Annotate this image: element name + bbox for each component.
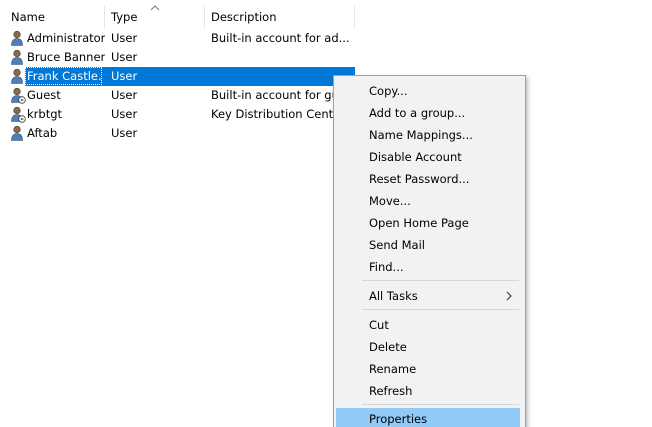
menu-item-disable-account[interactable]: Disable Account [336, 146, 520, 168]
chevron-right-icon [506, 291, 512, 301]
column-header-row: Name Type Description [0, 5, 355, 28]
menu-item-copy[interactable]: Copy... [336, 80, 520, 102]
table-row[interactable]: krbtgt User Key Distribution Center [0, 105, 355, 124]
row-description [211, 124, 352, 143]
table-row[interactable]: Administrator User Built-in account for … [0, 29, 355, 48]
menu-item-open-home-page[interactable]: Open Home Page [336, 212, 520, 234]
menu-item-refresh[interactable]: Refresh [336, 380, 520, 402]
menu-item-all-tasks[interactable]: All Tasks [336, 285, 520, 307]
table-row[interactable]: Bruce Banner. User [0, 48, 355, 67]
menu-item-reset-password[interactable]: Reset Password... [336, 168, 520, 190]
menu-item-name-mappings[interactable]: Name Mappings... [336, 124, 520, 146]
row-name: Aftab [27, 126, 58, 140]
menu-item-rename[interactable]: Rename [336, 358, 520, 380]
row-type: User [111, 31, 138, 45]
row-type: User [111, 69, 138, 83]
list-view: Name Type Description Administrator User… [0, 0, 652, 427]
row-description [211, 67, 352, 86]
table-row[interactable]: Aftab User [0, 124, 355, 143]
column-header-name[interactable]: Name [5, 6, 105, 28]
disabled-user-icon [10, 87, 26, 104]
menu-separator [362, 280, 519, 281]
row-description: Built-in account for ad... [211, 31, 350, 45]
table-row[interactable]: Guest User Built-in account for gue [0, 86, 355, 105]
user-icon [10, 49, 26, 66]
row-description [211, 48, 352, 67]
users-list-view: Name Type Description Administrator User… [0, 0, 652, 427]
menu-item-label: All Tasks [369, 289, 418, 303]
row-type: User [111, 88, 138, 102]
menu-item-move[interactable]: Move... [336, 190, 520, 212]
menu-separator [362, 404, 519, 405]
user-icon [10, 30, 26, 47]
menu-separator [362, 309, 519, 310]
context-menu: Copy... Add to a group... Name Mappings.… [333, 75, 526, 427]
menu-item-delete[interactable]: Delete [336, 336, 520, 358]
row-type: User [111, 126, 138, 140]
row-name: Frank Castle. [27, 69, 102, 83]
row-description: Key Distribution Center [211, 107, 345, 121]
row-type: User [111, 107, 138, 121]
row-name: krbtgt [27, 107, 63, 121]
menu-item-send-mail[interactable]: Send Mail [336, 234, 520, 256]
column-header-description[interactable]: Description [205, 6, 355, 28]
row-name: Guest [27, 88, 61, 102]
user-rows: Administrator User Built-in account for … [0, 29, 355, 143]
table-row-selected[interactable]: Frank Castle. User [0, 67, 355, 86]
disabled-user-icon [10, 106, 26, 123]
row-description: Built-in account for gue [211, 88, 346, 102]
menu-item-find[interactable]: Find... [336, 256, 520, 278]
menu-item-properties[interactable]: Properties [336, 408, 520, 427]
row-type: User [111, 50, 138, 64]
row-name: Bruce Banner. [27, 50, 105, 64]
menu-item-add-to-group[interactable]: Add to a group... [336, 102, 520, 124]
menu-item-cut[interactable]: Cut [336, 314, 520, 336]
user-icon [10, 125, 26, 142]
row-name: Administrator [27, 31, 105, 45]
user-icon [10, 68, 26, 85]
sort-ascending-icon [150, 5, 160, 11]
